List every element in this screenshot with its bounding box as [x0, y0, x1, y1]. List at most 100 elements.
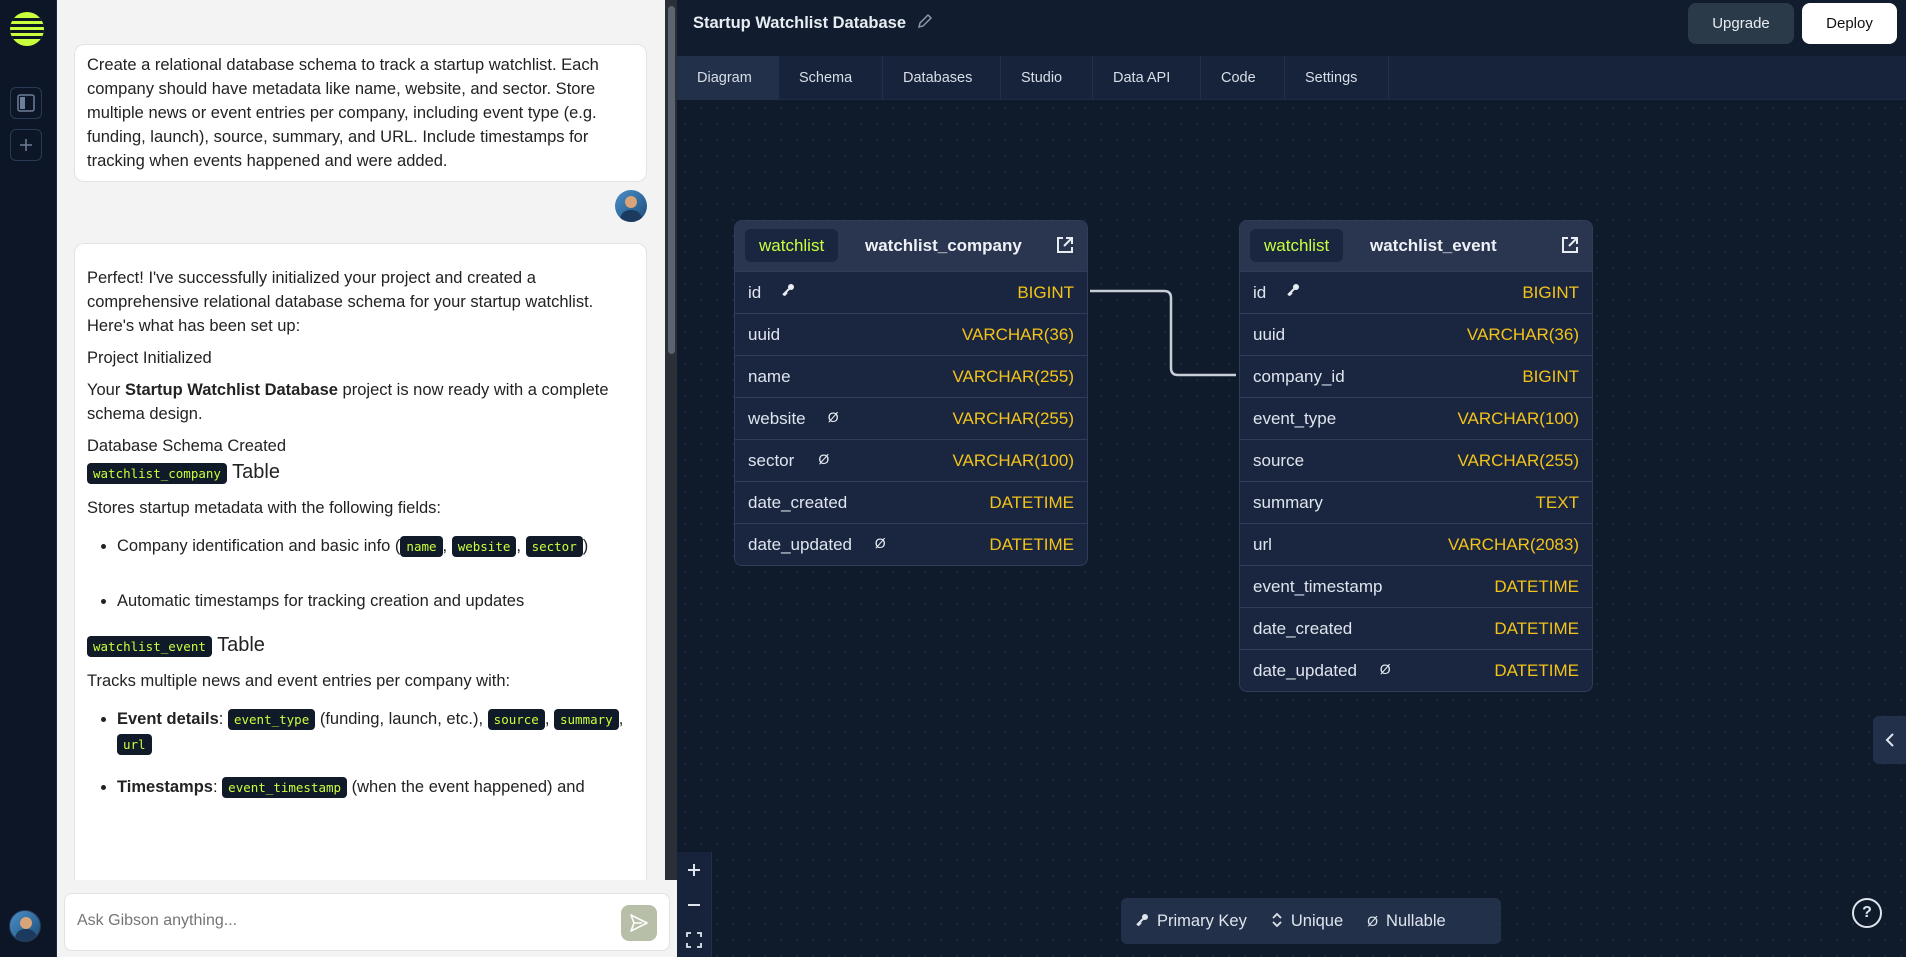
- key-icon: [1135, 913, 1149, 930]
- chat-messages: Create a relational database schema to t…: [57, 0, 662, 880]
- nullable-icon: Ø: [1367, 913, 1379, 929]
- table-row[interactable]: date_updated Ø DATETIME: [1240, 649, 1592, 691]
- table-row[interactable]: date_updated Ø DATETIME: [735, 523, 1087, 565]
- column-type: BIGINT: [1017, 283, 1074, 302]
- schema-badge: watchlist: [1250, 229, 1344, 262]
- table-row[interactable]: summary TEXT: [1240, 481, 1592, 523]
- table-card-watchlist-event[interactable]: watchlist watchlist_event id BIGINT uuid VA…: [1239, 220, 1593, 692]
- zoom-in-icon[interactable]: [677, 852, 711, 887]
- column-name: date_created: [1253, 619, 1353, 638]
- key-icon: [1286, 283, 1300, 300]
- deploy-button[interactable]: Deploy: [1802, 3, 1897, 44]
- top-bar: Startup Watchlist Database Upgrade Deplo…: [677, 0, 1906, 56]
- nullable-icon: Ø: [874, 535, 886, 551]
- left-rail: [0, 0, 57, 957]
- assistant-message: Perfect! I've successfully initialized y…: [74, 243, 647, 880]
- toggle-panel-icon[interactable]: [10, 87, 42, 119]
- column-type: DATETIME: [989, 535, 1074, 554]
- column-type: DATETIME: [1494, 661, 1579, 680]
- project-title: Startup Watchlist Database: [693, 14, 907, 32]
- legend-unique: Unique: [1271, 912, 1343, 931]
- column-type: VARCHAR(255): [1457, 451, 1579, 470]
- column-name: company_id: [1253, 367, 1345, 386]
- list-item: Company identification and basic info (n…: [117, 534, 634, 559]
- column-name: id: [748, 283, 762, 302]
- tab-bar: Diagram Schema Databases Studio Data API…: [677, 56, 1906, 100]
- column-type: VARCHAR(255): [952, 367, 1074, 386]
- column-name: summary: [1253, 493, 1323, 512]
- column-name: id: [1253, 283, 1267, 302]
- legend-primary-key: Primary Key: [1135, 912, 1247, 931]
- table-row[interactable]: website Ø VARCHAR(255): [735, 397, 1087, 439]
- ai-company-desc: Stores startup metadata with the followi…: [87, 499, 442, 517]
- user-message: Create a relational database schema to t…: [74, 44, 647, 182]
- table-row[interactable]: uuid VARCHAR(36): [735, 313, 1087, 355]
- column-name: source: [1253, 451, 1305, 470]
- open-external-icon[interactable]: [1560, 235, 1580, 255]
- table-row[interactable]: name VARCHAR(255): [735, 355, 1087, 397]
- table-row[interactable]: date_created DATETIME: [735, 481, 1087, 523]
- column-type: VARCHAR(36): [1466, 325, 1579, 344]
- table-name: watchlist_event: [1370, 236, 1497, 255]
- table-row[interactable]: event_timestamp DATETIME: [1240, 565, 1592, 607]
- column-name: date_updated: [1253, 661, 1357, 680]
- diagram-canvas[interactable]: watchlist watchlist_company id BIGINT uuid…: [677, 100, 1906, 957]
- column-type: BIGINT: [1522, 283, 1579, 302]
- column-type: DATETIME: [1494, 577, 1579, 596]
- ai-heading-event-table: watchlist_event Table: [87, 631, 634, 661]
- zoom-out-icon[interactable]: [677, 887, 711, 922]
- table-row[interactable]: company_id BIGINT: [1240, 355, 1592, 397]
- tab-data-api[interactable]: Data API: [1093, 56, 1201, 100]
- ai-event-desc: Tracks multiple news and event entries p…: [87, 672, 511, 690]
- upgrade-button[interactable]: Upgrade: [1688, 3, 1794, 44]
- table-row[interactable]: date_created DATETIME: [1240, 607, 1592, 649]
- chat-panel: Create a relational database schema to t…: [57, 0, 677, 957]
- table-row[interactable]: event_type VARCHAR(100): [1240, 397, 1592, 439]
- list-item: Event details: event_type (funding, laun…: [117, 707, 634, 757]
- open-external-icon[interactable]: [1055, 235, 1075, 255]
- ai-project-ready: Your Startup Watchlist Database project …: [87, 381, 609, 423]
- send-button[interactable]: [621, 905, 657, 941]
- nullable-icon: Ø: [1379, 661, 1391, 677]
- send-icon: [630, 914, 648, 932]
- table-row[interactable]: url VARCHAR(2083): [1240, 523, 1592, 565]
- table-card-watchlist-company[interactable]: watchlist watchlist_company id BIGINT uuid…: [734, 220, 1088, 566]
- table-row[interactable]: id BIGINT: [1240, 271, 1592, 313]
- chevron-left-icon: [1885, 733, 1894, 747]
- column-name: uuid: [1253, 325, 1286, 344]
- column-type: DATETIME: [1494, 619, 1579, 638]
- fit-view-icon[interactable]: [677, 922, 711, 957]
- user-avatar[interactable]: [9, 910, 41, 942]
- tab-schema[interactable]: Schema: [779, 56, 883, 100]
- column-name: name: [748, 367, 791, 386]
- ai-heading-project: Project Initialized: [87, 349, 212, 367]
- tab-settings[interactable]: Settings: [1285, 56, 1389, 100]
- main-panel: Startup Watchlist Database Upgrade Deplo…: [677, 0, 1906, 957]
- user-message-avatar: [615, 190, 647, 222]
- table-row[interactable]: uuid VARCHAR(36): [1240, 313, 1592, 355]
- column-name: event_type: [1253, 409, 1337, 428]
- table-row[interactable]: source VARCHAR(255): [1240, 439, 1592, 481]
- collapse-sidebar-button[interactable]: [1873, 716, 1906, 764]
- column-name: uuid: [748, 325, 781, 344]
- zoom-controls: [677, 852, 712, 957]
- column-type: VARCHAR(255): [952, 409, 1074, 428]
- ai-intro: Perfect! I've successfully initialized y…: [87, 269, 594, 335]
- table-name: watchlist_company: [865, 236, 1022, 255]
- chat-input[interactable]: [77, 912, 577, 930]
- app-logo[interactable]: [10, 12, 44, 46]
- table-row[interactable]: sector Ø VARCHAR(100): [735, 439, 1087, 481]
- chat-scrollbar[interactable]: [665, 0, 677, 880]
- tab-diagram[interactable]: Diagram: [677, 56, 779, 100]
- column-type: TEXT: [1535, 493, 1579, 512]
- legend-nullable: Ø Nullable: [1367, 911, 1446, 930]
- tab-code[interactable]: Code: [1201, 56, 1285, 100]
- pencil-icon[interactable]: [917, 13, 933, 33]
- tab-databases[interactable]: Databases: [883, 56, 1001, 100]
- new-chat-icon[interactable]: [10, 129, 42, 161]
- chat-input-box: [64, 893, 670, 951]
- tab-studio[interactable]: Studio: [1001, 56, 1093, 100]
- help-button[interactable]: ?: [1852, 898, 1882, 928]
- table-row[interactable]: id BIGINT: [735, 271, 1087, 313]
- ai-heading-schema: Database Schema Created: [87, 437, 287, 455]
